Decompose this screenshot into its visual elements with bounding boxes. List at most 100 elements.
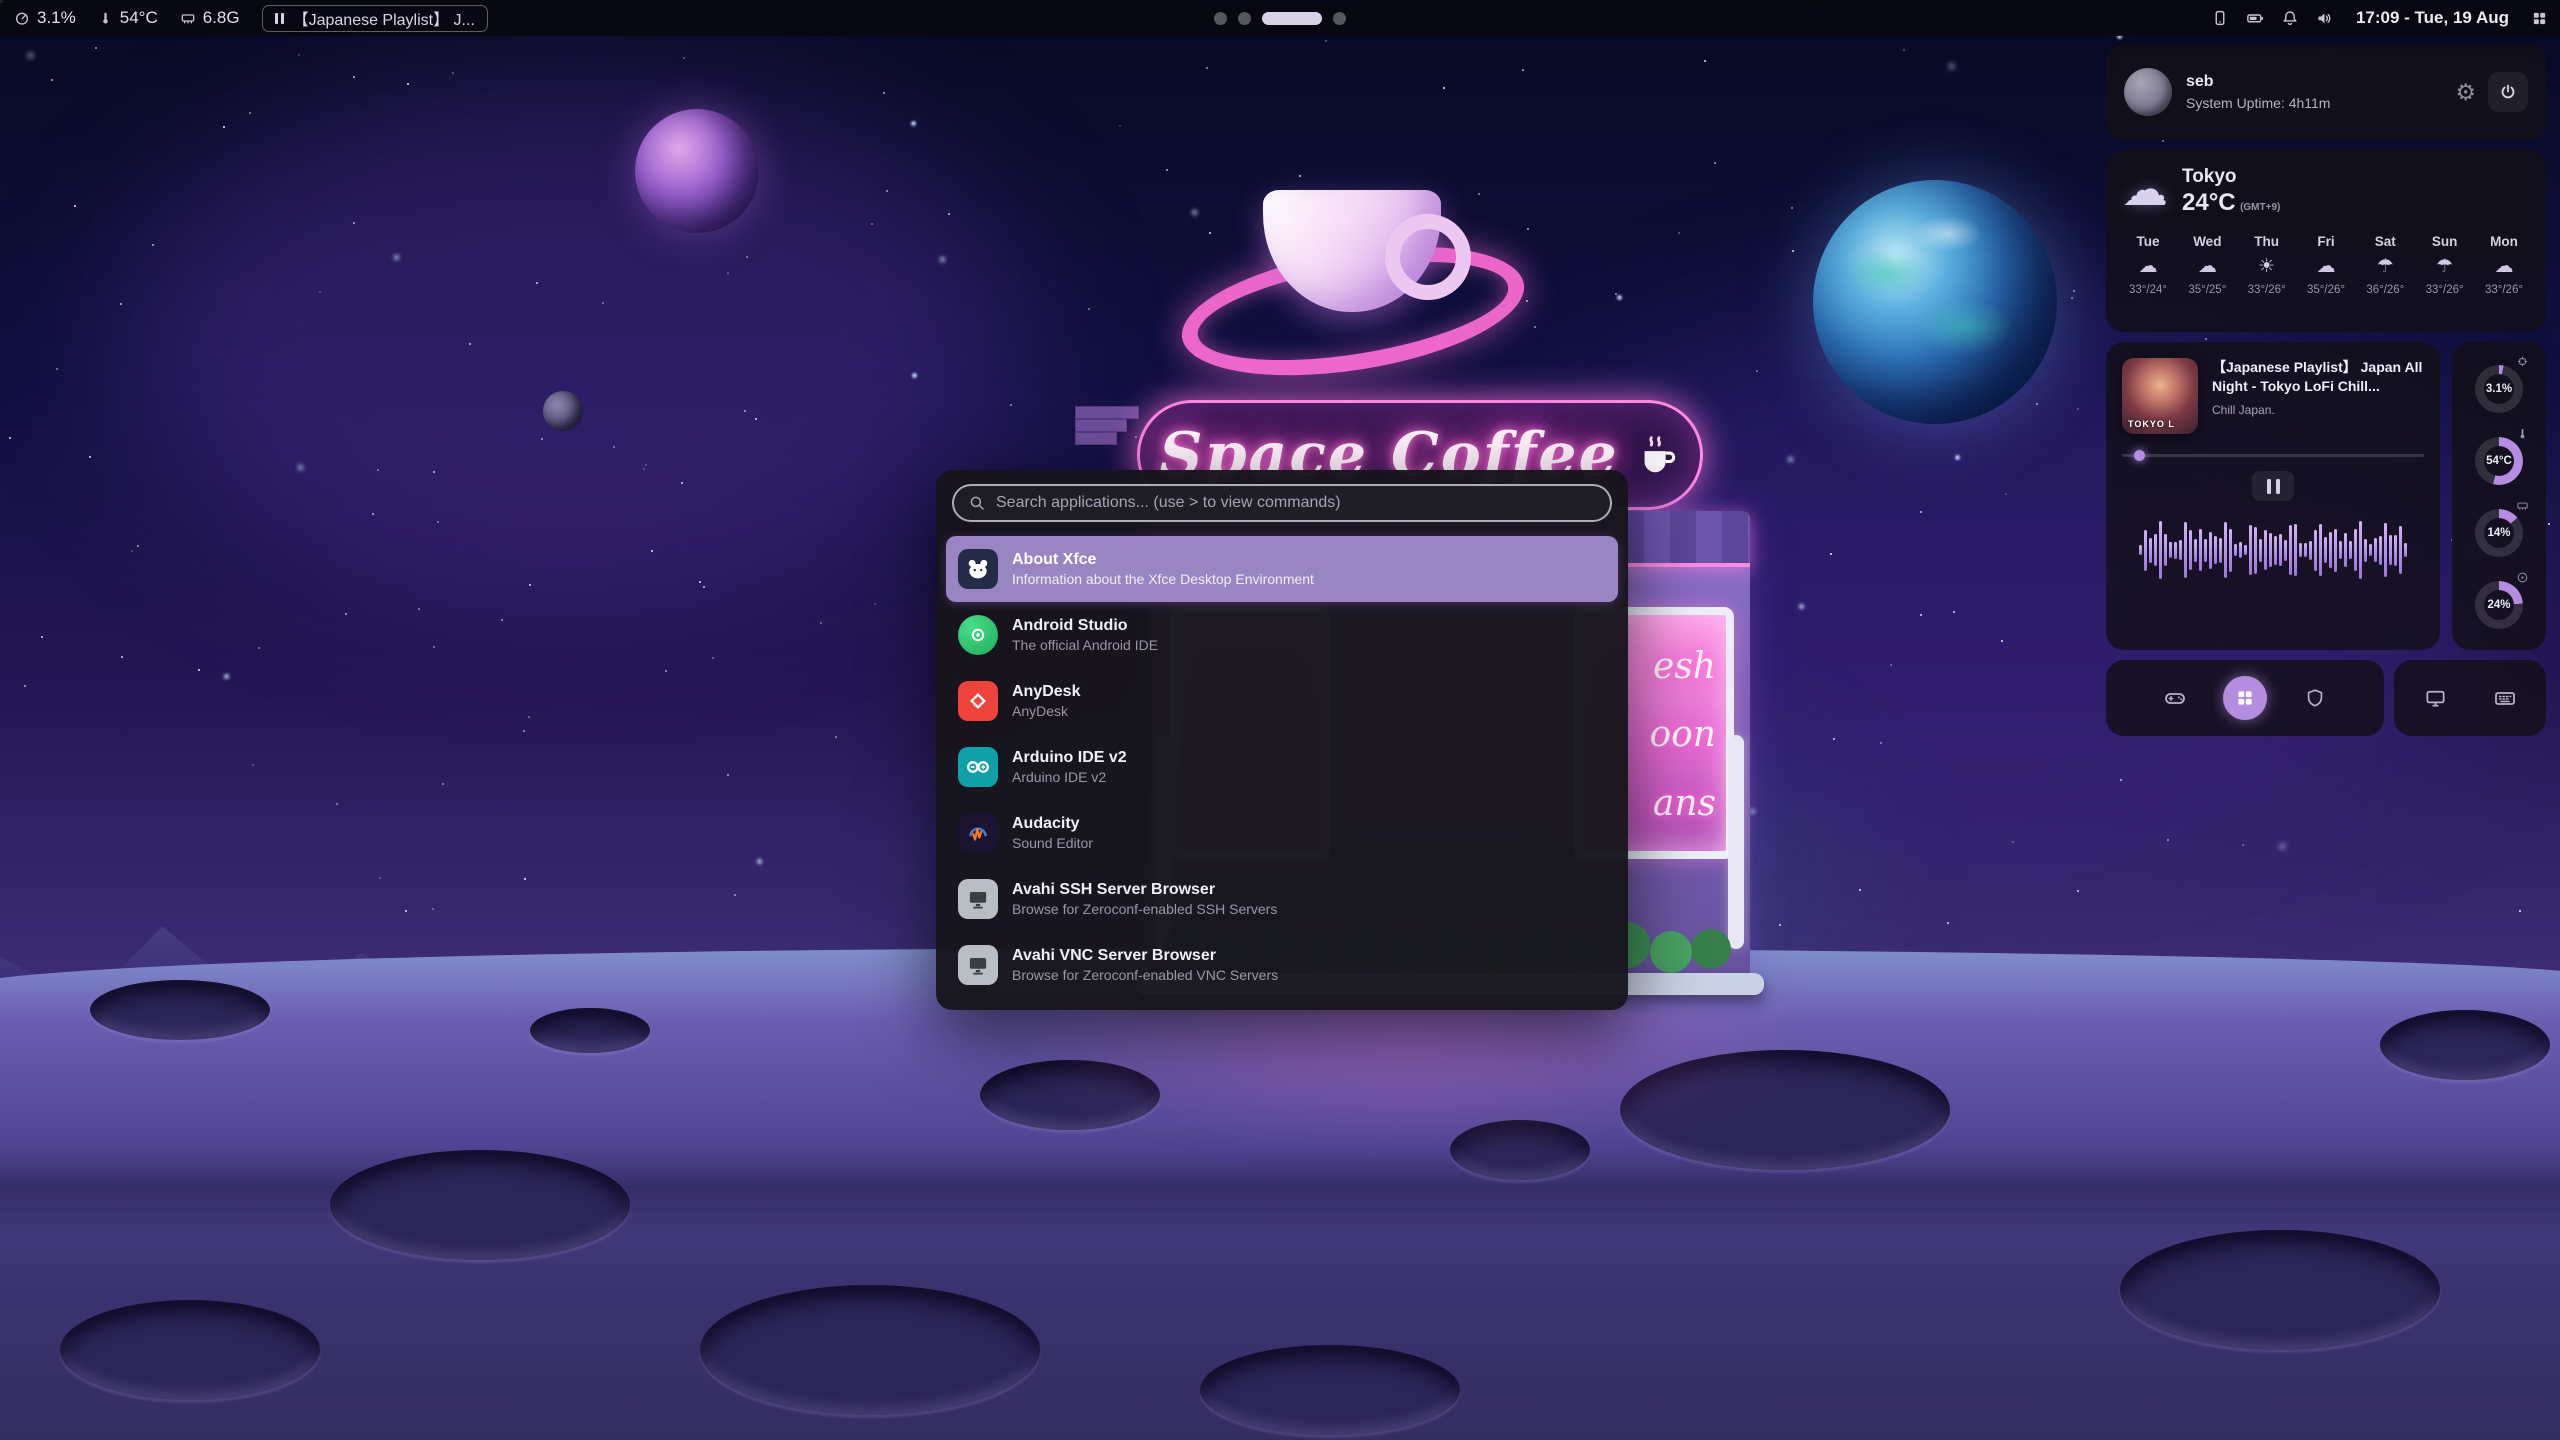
weather-temp: 24°C	[2182, 189, 2236, 216]
result-description: Sound Editor	[1012, 836, 1093, 851]
bell-icon[interactable]	[2281, 9, 2299, 27]
search-input[interactable]	[996, 494, 1596, 512]
cpu-gauge: 3.1%	[2471, 355, 2527, 421]
memory-gauge: 14%	[2471, 499, 2527, 565]
disk-gauge: 24%	[2471, 571, 2527, 637]
album-art: TOKYO L	[2122, 358, 2198, 434]
result-description: The official Android IDE	[1012, 638, 1158, 653]
phone-sync-icon[interactable]	[2211, 9, 2229, 27]
forecast-day-label: Wed	[2193, 234, 2221, 249]
purple-planet	[635, 109, 759, 233]
android-studio-icon	[958, 615, 998, 655]
result-title: Arduino IDE v2	[1012, 749, 1127, 767]
disk-icon	[2516, 571, 2529, 589]
memory-value: 6.8G	[203, 8, 240, 28]
result-title: Android Studio	[1012, 617, 1158, 635]
forecast-temps: 33°/24°	[2129, 284, 2167, 296]
forecast-weather-icon: ☁	[2139, 255, 2158, 278]
overview-grid-icon[interactable]	[2531, 10, 2548, 27]
sign-steps	[1075, 406, 1139, 445]
music-player-card: TOKYO L 【Japanese Playlist】 Japan All Ni…	[2106, 342, 2440, 650]
keyboard-button[interactable]	[2483, 676, 2527, 720]
media-player-pill[interactable]: 【Japanese Playlist】 J...	[262, 5, 488, 32]
temperature-gauge: 54°C	[2471, 427, 2527, 493]
result-row-about-xfce[interactable]: About Xfce Information about the Xfce De…	[946, 536, 1618, 602]
controller-button[interactable]	[2153, 676, 2197, 720]
settings-gear-icon[interactable]: ⚙	[2455, 81, 2476, 104]
forecast-temps: 33°/26°	[2248, 284, 2286, 296]
launcher-search[interactable]	[952, 484, 1612, 522]
power-button[interactable]	[2488, 72, 2528, 112]
cpu-meter-icon	[14, 10, 30, 26]
memory-icon	[2516, 499, 2529, 517]
result-row-arduino[interactable]: Arduino IDE v2 Arduino IDE v2	[946, 734, 1618, 800]
seek-handle[interactable]	[2134, 450, 2145, 461]
panel-left-modules: 3.1% 54°C 6.8G 【Japanese Playlist】 J...	[0, 5, 488, 32]
media-pill-label: 【Japanese Playlist】 J...	[293, 6, 475, 30]
workspace-dot-2[interactable]	[1238, 12, 1251, 25]
anydesk-icon	[958, 681, 998, 721]
display-button[interactable]	[2413, 676, 2457, 720]
forecast-day: Fri ☁ 35°/26°	[2300, 234, 2352, 296]
username: seb	[2186, 73, 2330, 91]
forecast-day: Thu ☀ 33°/26°	[2241, 234, 2293, 296]
forecast-day-label: Sun	[2432, 234, 2458, 249]
clock[interactable]: 17:09 - Tue, 19 Aug	[2356, 8, 2509, 28]
result-row-avahi-vnc[interactable]: Avahi VNC Server Browser Browse for Zero…	[946, 932, 1618, 998]
result-row-anydesk[interactable]: AnyDesk AnyDesk	[946, 668, 1618, 734]
result-row-audacity[interactable]: Audacity Sound Editor	[946, 800, 1618, 866]
cpu-value: 3.1%	[37, 8, 76, 28]
search-icon	[968, 494, 986, 512]
desktop: Space Coffee esh oon ans	[0, 0, 2560, 1440]
workspace-dot-1[interactable]	[1214, 12, 1227, 25]
workspace-switcher	[1214, 0, 1346, 36]
battery-icon[interactable]	[2245, 9, 2265, 27]
crater	[60, 1300, 320, 1400]
forecast-day-label: Tue	[2137, 234, 2160, 249]
weather-city: Tokyo	[2182, 166, 2280, 189]
forecast-temps: 33°/26°	[2485, 284, 2523, 296]
pause-button[interactable]	[2252, 471, 2294, 501]
display-icon	[2424, 687, 2447, 710]
earth-planet	[1813, 180, 2057, 424]
forecast-day: Wed ☁ 35°/25°	[2181, 234, 2233, 296]
forecast-weather-icon: ☂	[2377, 255, 2394, 278]
shield-button[interactable]	[2293, 676, 2337, 720]
weather-cloud-icon: ☁	[2122, 166, 2168, 212]
crater	[2120, 1230, 2440, 1350]
uptime-label: System Uptime: 4h11m	[2186, 95, 2330, 111]
memory-module: 6.8G	[180, 8, 240, 28]
temperature-module: 54°C	[98, 8, 158, 28]
forecast-temps: 35°/25°	[2188, 284, 2226, 296]
seek-bar[interactable]	[2122, 454, 2424, 457]
cpu-module: 3.1%	[14, 8, 76, 28]
track-title: 【Japanese Playlist】 Japan All Night - To…	[2212, 358, 2424, 396]
result-title: Avahi VNC Server Browser	[1012, 947, 1278, 965]
nebula	[120, 80, 1020, 600]
workspace-active-pill[interactable]	[1262, 12, 1322, 25]
weather-timezone: (GMT+9)	[2240, 202, 2280, 213]
crater	[1200, 1345, 1460, 1435]
result-row-avahi-ssh[interactable]: Avahi SSH Server Browser Browse for Zero…	[946, 866, 1618, 932]
system-gauges-card: 3.1% 54°C 14%	[2452, 342, 2546, 650]
result-description: Browse for Zeroconf-enabled SSH Servers	[1012, 902, 1277, 917]
forecast-day: Sat ☂ 36°/26°	[2359, 234, 2411, 296]
forecast-day: Mon ☁ 33°/26°	[2478, 234, 2530, 296]
app-launcher: About Xfce Information about the Xfce De…	[936, 470, 1628, 1010]
forecast-day-label: Mon	[2490, 234, 2518, 249]
launcher-results: About Xfce Information about the Xfce De…	[946, 536, 1618, 998]
crater	[330, 1150, 630, 1260]
forecast-temps: 36°/26°	[2366, 284, 2404, 296]
forecast-temps: 35°/26°	[2307, 284, 2345, 296]
forecast-day-label: Fri	[2317, 234, 2334, 249]
workspace-dot-4[interactable]	[1333, 12, 1346, 25]
xfce-mouse-icon	[958, 549, 998, 589]
panel-right-modules: 17:09 - Tue, 19 Aug	[2211, 8, 2560, 28]
memory-icon	[180, 10, 196, 26]
apps-button[interactable]	[2223, 676, 2267, 720]
forecast-day-label: Thu	[2254, 234, 2279, 249]
forecast-temps: 33°/26°	[2426, 284, 2464, 296]
volume-icon[interactable]	[2315, 9, 2334, 27]
crater	[90, 980, 270, 1040]
result-row-android-studio[interactable]: Android Studio The official Android IDE	[946, 602, 1618, 668]
